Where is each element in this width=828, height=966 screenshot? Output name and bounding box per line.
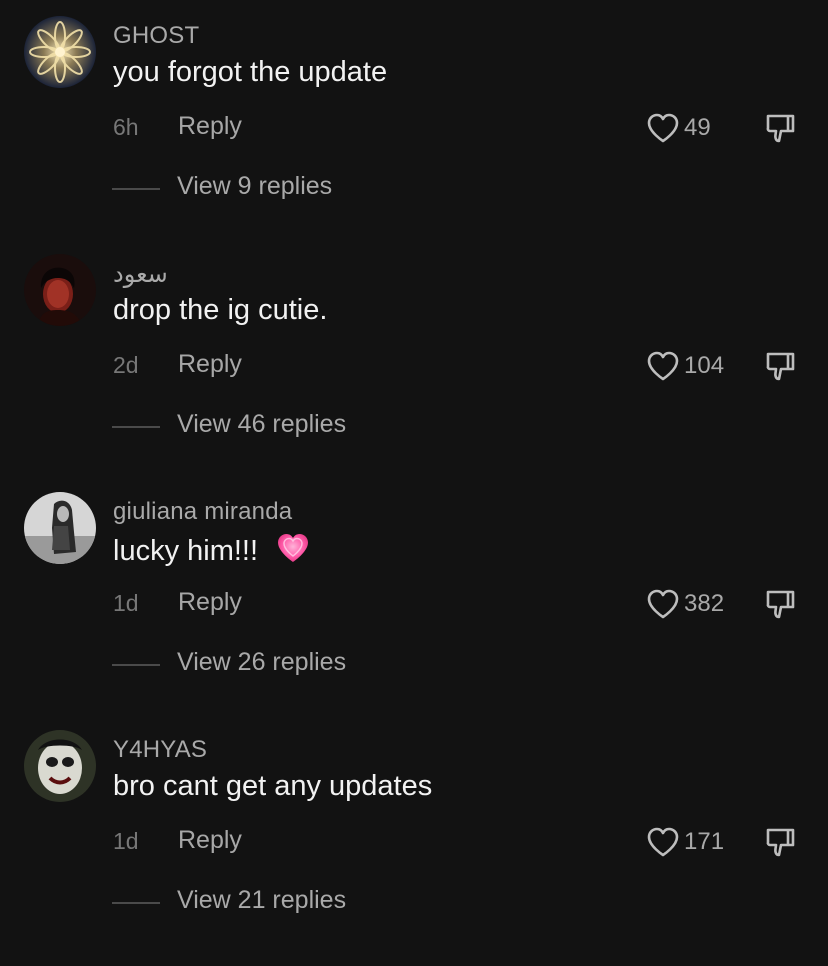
heart-outline-icon: [647, 589, 679, 619]
timestamp: 6h: [113, 114, 139, 140]
dislike-button[interactable]: [762, 348, 798, 384]
comment-actions: 6h Reply 49: [0, 110, 828, 150]
comment-actions: 2d Reply 104: [0, 348, 828, 388]
divider: [112, 188, 160, 190]
reply-button[interactable]: Reply: [178, 112, 242, 141]
divider: [112, 664, 160, 666]
reply-button[interactable]: Reply: [178, 350, 242, 379]
view-replies-button[interactable]: View 21 replies: [0, 882, 828, 922]
timestamp: 1d: [113, 590, 139, 616]
view-replies-button[interactable]: View 26 replies: [0, 644, 828, 684]
pink-heart-emoji-icon: [278, 534, 309, 562]
avatar[interactable]: [24, 730, 96, 802]
like-button[interactable]: 171: [646, 824, 724, 860]
comment-text-content: lucky him!!!: [113, 535, 259, 567]
like-button[interactable]: 382: [646, 586, 724, 622]
dislike-button[interactable]: [762, 824, 798, 860]
username[interactable]: سعود: [113, 260, 168, 289]
reply-button[interactable]: Reply: [178, 588, 242, 617]
comment-item: GHOST you forgot the update 6h Reply 49 …: [0, 14, 828, 252]
heart-outline-icon: [647, 113, 679, 143]
view-replies-label: View 21 replies: [177, 886, 347, 914]
comment-item: سعود drop the ig cutie. 2d Reply 104 Vie…: [0, 252, 828, 490]
like-button[interactable]: 104: [646, 348, 724, 384]
thumbs-down-icon: [766, 352, 795, 381]
comment-text: bro cant get any updates: [113, 770, 433, 802]
username[interactable]: Y4HYAS: [113, 736, 207, 764]
comment-text: you forgot the update: [113, 56, 388, 88]
comments-list: GHOST you forgot the update 6h Reply 49 …: [0, 0, 828, 943]
avatar[interactable]: [24, 492, 96, 564]
like-count: 171: [684, 828, 725, 855]
dislike-button[interactable]: [762, 586, 798, 622]
thumbs-down-icon: [766, 114, 795, 143]
divider: [112, 902, 160, 904]
like-button[interactable]: 49: [646, 110, 711, 146]
comment-actions: 1d Reply 171: [0, 824, 828, 864]
reply-button[interactable]: Reply: [178, 826, 242, 855]
view-replies-button[interactable]: View 46 replies: [0, 406, 828, 446]
view-replies-label: View 46 replies: [177, 410, 347, 438]
dislike-button[interactable]: [762, 110, 798, 146]
comment-item: Y4HYAS bro cant get any updates 1d Reply…: [0, 728, 828, 966]
view-replies-button[interactable]: View 9 replies: [0, 168, 828, 208]
like-count: 382: [684, 590, 725, 617]
heart-outline-icon: [647, 351, 679, 381]
thumbs-down-icon: [766, 828, 795, 857]
username[interactable]: GHOST: [113, 22, 199, 50]
comment-text: drop the ig cutie.: [113, 294, 328, 326]
view-replies-label: View 26 replies: [177, 648, 347, 676]
thumbs-down-icon: [766, 590, 795, 619]
heart-outline-icon: [647, 827, 679, 857]
timestamp: 2d: [113, 352, 139, 378]
comment-item: giuliana miranda lucky him!!! 1d Reply 3…: [0, 490, 828, 728]
avatar[interactable]: [24, 16, 96, 88]
view-replies-label: View 9 replies: [177, 172, 333, 200]
timestamp: 1d: [113, 828, 139, 854]
comment-text: lucky him!!!: [113, 532, 310, 568]
divider: [112, 426, 160, 428]
comment-actions: 1d Reply 382: [0, 586, 828, 626]
like-count: 104: [684, 352, 725, 379]
like-count: 49: [684, 114, 711, 141]
username[interactable]: giuliana miranda: [113, 498, 292, 526]
avatar[interactable]: [24, 254, 96, 326]
